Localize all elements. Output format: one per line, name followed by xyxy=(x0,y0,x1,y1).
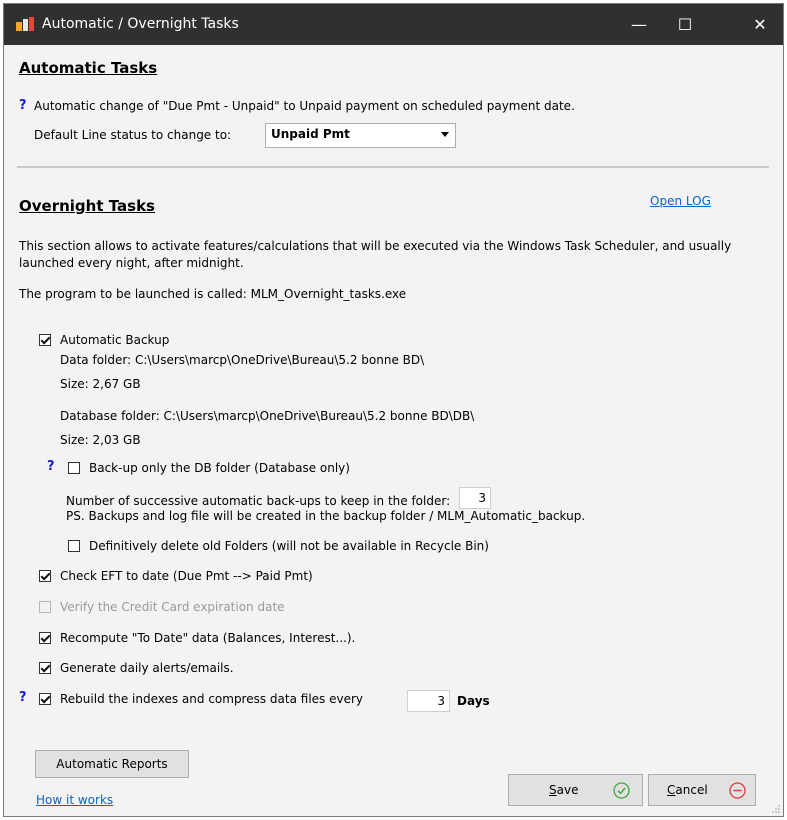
delete-old-folders-label: Definitively delete old Folders (will no… xyxy=(89,539,489,553)
rebuild-days-input[interactable]: 3 xyxy=(407,690,450,712)
days-label: Days xyxy=(457,694,490,708)
maximize-icon[interactable]: ☐ xyxy=(662,4,708,45)
recompute-checkbox[interactable] xyxy=(39,632,51,644)
intro-line-2: launched every night, after midnight. xyxy=(19,256,244,270)
automatic-tasks-heading: Automatic Tasks xyxy=(19,59,158,77)
automatic-reports-button[interactable]: Automatic Reports xyxy=(35,750,189,778)
section-divider xyxy=(17,166,769,168)
overnight-tasks-heading: Overnight Tasks xyxy=(19,197,155,215)
keep-backups-label: Number of successive automatic back-ups … xyxy=(66,494,451,508)
resize-grip-icon[interactable] xyxy=(771,804,781,814)
check-eft-checkbox[interactable] xyxy=(39,570,51,582)
check-circle-icon xyxy=(613,782,630,799)
minimize-icon[interactable]: — xyxy=(616,4,662,45)
chevron-down-icon xyxy=(441,132,449,137)
how-it-works-link[interactable]: How it works xyxy=(36,793,113,807)
automatic-backup-label: Automatic Backup xyxy=(60,333,170,347)
help-icon[interactable]: ? xyxy=(47,459,55,474)
help-icon[interactable]: ? xyxy=(19,690,27,705)
intro-line-1: This section allows to activate features… xyxy=(19,239,732,253)
cancel-label: Cancel xyxy=(667,783,708,797)
data-folder-size: Size: 2,67 GB xyxy=(60,377,141,391)
automatic-backup-checkbox[interactable] xyxy=(39,334,51,346)
cancel-label-rest: ancel xyxy=(675,783,708,797)
db-only-checkbox[interactable] xyxy=(68,462,80,474)
app-logo-icon xyxy=(16,17,34,31)
line-status-value: Unpaid Pmt xyxy=(271,127,350,141)
keep-backups-input[interactable]: 3 xyxy=(459,487,491,509)
automatic-reports-label: Automatic Reports xyxy=(56,757,168,771)
automatic-description: Automatic change of "Due Pmt - Unpaid" t… xyxy=(34,99,575,113)
minus-circle-icon xyxy=(729,782,746,799)
title-bar: Automatic / Overnight Tasks — ☐ ✕ xyxy=(4,4,783,45)
database-folder-size: Size: 2,03 GB xyxy=(60,433,141,447)
save-accelerator: S xyxy=(549,783,557,797)
ps-note: PS. Backups and log file will be created… xyxy=(66,509,586,523)
open-log-link[interactable]: Open LOG xyxy=(650,194,711,208)
data-folder-path: Data folder: C:\Users\marcp\OneDrive\Bur… xyxy=(60,353,425,367)
close-icon[interactable]: ✕ xyxy=(737,4,783,45)
delete-old-folders-checkbox[interactable] xyxy=(68,540,80,552)
program-line: The program to be launched is called: ML… xyxy=(19,287,407,301)
window-title: Automatic / Overnight Tasks xyxy=(42,16,239,32)
save-button[interactable]: Save xyxy=(508,774,643,806)
db-only-label: Back-up only the DB folder (Database onl… xyxy=(89,461,350,475)
cancel-button[interactable]: Cancel xyxy=(648,774,756,806)
daily-alerts-label: Generate daily alerts/emails. xyxy=(60,661,234,675)
line-status-select[interactable]: Unpaid Pmt xyxy=(265,123,456,148)
check-eft-label: Check EFT to date (Due Pmt --> Paid Pmt) xyxy=(60,569,313,583)
rebuild-indexes-label: Rebuild the indexes and compress data fi… xyxy=(60,692,364,706)
daily-alerts-checkbox[interactable] xyxy=(39,662,51,674)
recompute-label: Recompute "To Date" data (Balances, Inte… xyxy=(60,631,356,645)
verify-credit-card-label: Verify the Credit Card expiration date xyxy=(60,600,285,614)
database-folder-path: Database folder: C:\Users\marcp\OneDrive… xyxy=(60,409,475,423)
dialog-window: Automatic / Overnight Tasks — ☐ ✕ Automa… xyxy=(3,3,784,817)
rebuild-indexes-checkbox[interactable] xyxy=(39,693,51,705)
save-label: Save xyxy=(549,783,578,797)
line-status-label: Default Line status to change to: xyxy=(34,128,232,142)
help-icon[interactable]: ? xyxy=(19,98,27,113)
verify-credit-card-checkbox xyxy=(39,601,51,613)
save-label-rest: ave xyxy=(556,783,579,797)
dialog-content: Automatic Tasks ? Automatic change of "D… xyxy=(4,45,783,816)
